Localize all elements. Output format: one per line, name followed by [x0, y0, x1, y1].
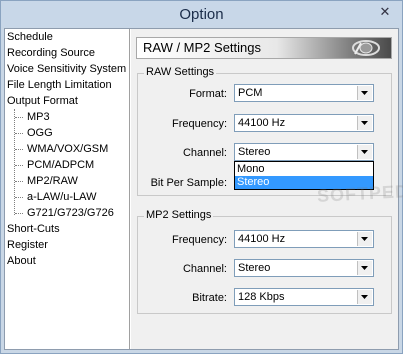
- mp2-frequency-select[interactable]: 44100 Hz: [234, 230, 374, 248]
- tree-item-g721-g723-g726[interactable]: G721/G723/G726: [27, 206, 114, 221]
- raw-channel-value: Stereo: [238, 146, 271, 158]
- raw-channel-label: Channel:: [182, 147, 227, 159]
- mp2-frequency-value: 44100 Hz: [238, 233, 286, 245]
- mp2-channel-select[interactable]: Stereo: [234, 259, 374, 277]
- panel-title: RAW / MP2 Settings: [143, 40, 261, 55]
- chevron-down-icon[interactable]: [357, 116, 372, 130]
- tree-item-file-length[interactable]: File Length Limitation: [7, 78, 112, 93]
- chevron-down-icon[interactable]: [357, 145, 372, 159]
- tree-item-register[interactable]: Register: [7, 238, 48, 253]
- raw-format-select[interactable]: PCM: [234, 84, 374, 102]
- tree-item-pcm-adpcm[interactable]: PCM/ADPCM: [27, 158, 94, 173]
- mp2-settings-title: MP2 Settings: [144, 209, 214, 221]
- tree-guide-line: [14, 109, 15, 215]
- raw-format-value: PCM: [238, 87, 263, 99]
- mp2-bitrate-label: Bitrate:: [192, 292, 227, 304]
- window-title: Option: [179, 6, 224, 23]
- raw-frequency-label: Frequency:: [171, 118, 227, 130]
- chevron-down-icon[interactable]: [357, 290, 372, 304]
- tree-guide-branch: [15, 133, 23, 134]
- tree-guide-branch: [15, 197, 23, 198]
- settings-tree: Schedule Recording Source Voice Sensitiv…: [5, 29, 130, 349]
- tree-item-about[interactable]: About: [7, 254, 36, 269]
- title-bar[interactable]: Option ✕: [1, 1, 402, 27]
- raw-frequency-value: 44100 Hz: [238, 117, 286, 129]
- tree-guide-branch: [15, 213, 23, 214]
- chevron-down-icon[interactable]: [357, 261, 372, 275]
- raw-bps-label: Bit Per Sample:: [150, 177, 227, 189]
- raw-channel-select[interactable]: Stereo: [234, 143, 374, 161]
- chevron-down-icon[interactable]: [357, 86, 372, 100]
- mp2-channel-label: Channel:: [182, 263, 227, 275]
- raw-format-label: Format:: [189, 88, 227, 100]
- close-icon[interactable]: ✕: [374, 3, 396, 21]
- chevron-down-icon[interactable]: [357, 232, 372, 246]
- app-logo-icon: [352, 40, 380, 56]
- tree-item-ogg[interactable]: OGG: [27, 126, 53, 141]
- tree-guide-branch: [15, 181, 23, 182]
- tree-item-alaw-ulaw[interactable]: a-LAW/u-LAW: [27, 190, 96, 205]
- client-area: Schedule Recording Source Voice Sensitiv…: [4, 28, 403, 350]
- tree-item-wma-vox-gsm[interactable]: WMA/VOX/GSM: [27, 142, 108, 157]
- settings-panel: RAW / MP2 Settings RAW Settings Format: …: [131, 29, 403, 349]
- tree-guide-branch: [15, 117, 23, 118]
- mp2-frequency-label: Frequency:: [171, 234, 227, 246]
- tree-item-output-format[interactable]: Output Format: [7, 94, 78, 109]
- mp2-bitrate-value: 128 Kbps: [238, 291, 285, 303]
- option-window: Option ✕ Schedule Recording Source Voice…: [0, 0, 403, 354]
- tree-guide-branch: [15, 165, 23, 166]
- raw-settings-title: RAW Settings: [144, 66, 217, 78]
- tree-item-short-cuts[interactable]: Short-Cuts: [7, 222, 60, 237]
- panel-header: RAW / MP2 Settings: [136, 37, 392, 59]
- tree-guide-branch: [15, 149, 23, 150]
- mp2-channel-value: Stereo: [238, 262, 271, 274]
- channel-option-mono[interactable]: Mono: [235, 163, 373, 176]
- tree-item-mp2-raw[interactable]: MP2/RAW: [27, 174, 78, 189]
- raw-frequency-select[interactable]: 44100 Hz: [234, 114, 374, 132]
- mp2-bitrate-select[interactable]: 128 Kbps: [234, 288, 374, 306]
- tree-item-recording-source[interactable]: Recording Source: [7, 46, 95, 61]
- tree-item-mp3[interactable]: MP3: [27, 110, 50, 125]
- tree-item-voice-sensitivity[interactable]: Voice Sensitivity System: [7, 62, 126, 77]
- tree-item-schedule[interactable]: Schedule: [7, 30, 53, 45]
